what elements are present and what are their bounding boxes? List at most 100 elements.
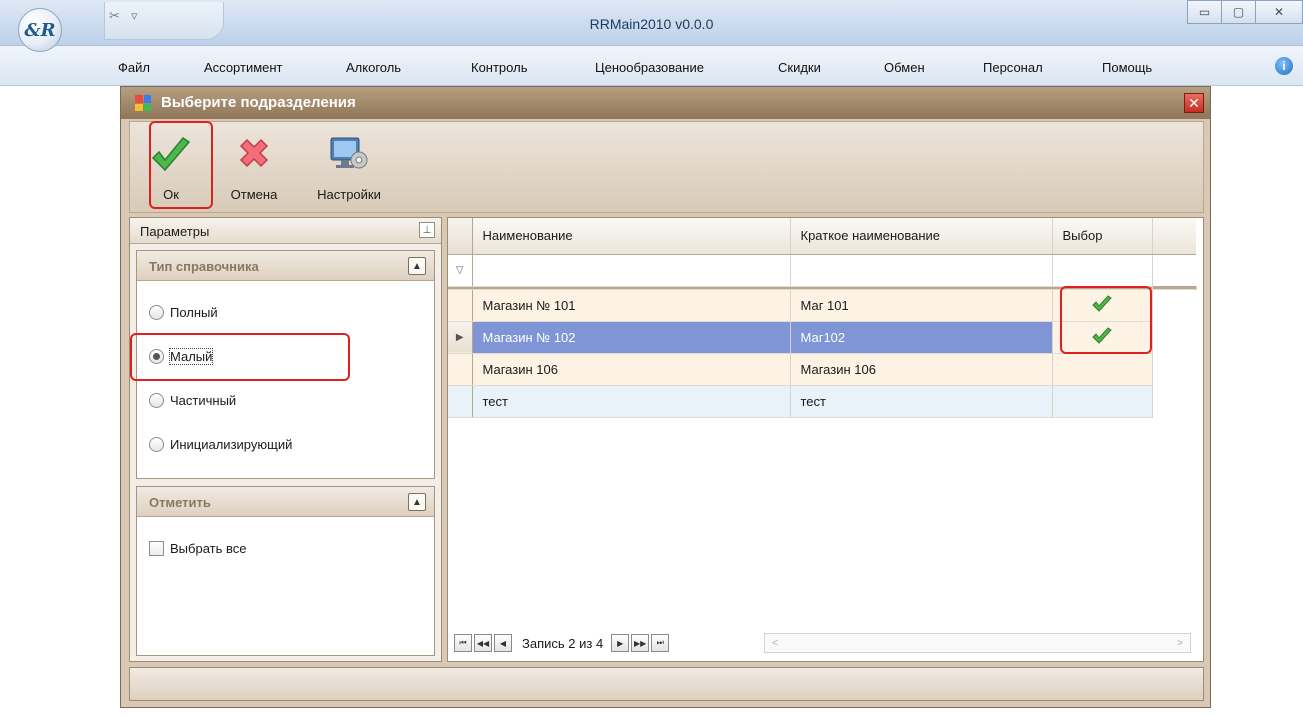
cell-name[interactable]: Магазин № 101 [472, 289, 791, 322]
maximize-button[interactable]: ▢ [1221, 0, 1256, 24]
collapse-up-icon[interactable]: ▲ [408, 493, 426, 511]
row-spacer [1152, 289, 1196, 321]
minimize-button[interactable]: ▭ [1187, 0, 1222, 24]
menu-control[interactable]: Контроль [471, 60, 527, 75]
col-header-name[interactable]: Наименование [472, 218, 791, 255]
menu-alcohol[interactable]: Алкоголь [346, 60, 401, 75]
cell-name[interactable]: Магазин № 102 [472, 321, 791, 354]
next-record-button[interactable]: ▶ [611, 634, 630, 652]
menu-pricing[interactable]: Ценообразование [595, 60, 704, 75]
record-counter: Запись 2 из 4 [522, 635, 604, 651]
menu-file[interactable]: Файл [118, 60, 150, 75]
parameters-title: Параметры [140, 224, 210, 239]
directory-type-header: Тип справочника ▲ [137, 251, 434, 281]
filter-cell-short[interactable] [790, 254, 1053, 287]
filter-row[interactable]: ▽ [448, 254, 1196, 287]
filter-icon[interactable]: ▽ [448, 254, 473, 287]
radio-circle[interactable] [149, 393, 164, 408]
scroll-right-icon[interactable]: > [1172, 635, 1188, 651]
status-bar [129, 667, 1204, 701]
row-indicator [448, 353, 473, 386]
title-bar: ✂ ▿ RRMain2010 v0.0.0 ▭ ▢ ✕ [0, 0, 1303, 46]
directory-type-title: Тип справочника [149, 259, 259, 274]
radio-partial-label: Частичный [170, 393, 237, 408]
menu-personnel[interactable]: Персонал [983, 60, 1043, 75]
left-margin [0, 86, 8, 715]
prev-page-button[interactable]: ◀◀ [474, 634, 492, 652]
grid-header-row: Наименование Краткое наименование Выбор [448, 218, 1196, 255]
pin-icon[interactable]: ⊥ [419, 222, 435, 238]
cell-choice[interactable] [1052, 385, 1153, 418]
row-spacer [1152, 385, 1196, 417]
current-row-marker: ▶ [448, 321, 473, 354]
col-header-choice[interactable]: Выбор [1052, 218, 1153, 255]
last-record-button[interactable]: ⏭ [651, 634, 670, 652]
choice-highlight [1060, 286, 1152, 354]
cell-name[interactable]: Магазин 106 [472, 353, 791, 386]
radio-circle[interactable] [149, 305, 164, 320]
radio-partial[interactable]: Частичный [149, 393, 236, 408]
select-departments-dialog: Выберите подразделения ✕ Ок Отмена Настр… [120, 86, 1211, 708]
row-spacer [1152, 321, 1196, 353]
row-indicator-header [448, 218, 473, 255]
row-indicator [448, 385, 473, 418]
row-spacer [1152, 353, 1196, 385]
radio-initializing-label: Инициализирующий [170, 437, 293, 452]
first-record-button[interactable]: ⏮ [454, 634, 472, 652]
select-all-checkbox[interactable]: Выбрать все [149, 541, 246, 556]
radio-initializing[interactable]: Инициализирующий [149, 437, 292, 452]
col-header-spacer [1152, 218, 1196, 255]
monitor-gear-icon [330, 137, 368, 169]
cell-short-name[interactable]: Маг 101 [790, 289, 1053, 322]
filter-cell-name[interactable] [472, 254, 791, 287]
parameters-panel: Параметры ⊥ Тип справочника ▲ Полный Мал… [129, 217, 442, 662]
cancel-button[interactable]: Отмена [220, 130, 288, 206]
prev-record-button[interactable]: ◀ [494, 634, 512, 652]
cell-short-name[interactable]: Магазин 106 [790, 353, 1053, 386]
mark-header: Отметить ▲ [137, 487, 434, 517]
menu-discounts[interactable]: Скидки [778, 60, 821, 75]
settings-label: Настройки [317, 187, 381, 202]
table-row[interactable]: тест тест [448, 385, 1196, 418]
cell-choice[interactable] [1052, 353, 1153, 386]
cell-short-name[interactable]: Маг102 [790, 321, 1053, 354]
horizontal-scrollbar[interactable]: < > [764, 633, 1191, 653]
radio-full-label: Полный [170, 305, 218, 320]
dialog-title-bar: Выберите подразделения ✕ [121, 87, 1210, 119]
cancel-label: Отмена [230, 187, 278, 202]
menu-exchange[interactable]: Обмен [884, 60, 925, 75]
menu-help[interactable]: Помощь [1102, 60, 1152, 75]
mark-group: Отметить ▲ Выбрать все [136, 486, 435, 656]
window-controls: ▭ ▢ ✕ [1187, 0, 1303, 24]
radio-circle[interactable] [149, 437, 164, 452]
ok-highlight [149, 121, 213, 209]
app-logo[interactable]: &R [18, 8, 62, 52]
info-icon[interactable]: i [1275, 57, 1293, 75]
parameters-header: Параметры ⊥ [130, 218, 441, 244]
cell-name[interactable]: тест [472, 385, 791, 418]
cell-short-name[interactable]: тест [790, 385, 1053, 418]
row-indicator [448, 289, 473, 322]
radio-full[interactable]: Полный [149, 305, 218, 320]
next-page-button[interactable]: ▶▶ [631, 634, 650, 652]
filter-cell-choice[interactable] [1052, 254, 1153, 287]
small-option-highlight [130, 333, 350, 381]
departments-grid: Наименование Краткое наименование Выбор … [447, 217, 1204, 662]
collapse-up-icon[interactable]: ▲ [408, 257, 426, 275]
settings-button[interactable]: Настройки [302, 130, 396, 206]
close-window-button[interactable]: ✕ [1255, 0, 1303, 24]
mark-title: Отметить [149, 495, 211, 510]
scroll-left-icon[interactable]: < [767, 635, 783, 651]
table-row[interactable]: Магазин 106 Магазин 106 [448, 353, 1196, 386]
dialog-title: Выберите подразделения [161, 94, 356, 111]
menu-bar: Файл Ассортимент Алкоголь Контроль Ценоо… [0, 46, 1303, 86]
col-header-short-name[interactable]: Краткое наименование [790, 218, 1053, 255]
select-all-label: Выбрать все [170, 541, 247, 556]
dialog-toolbar: Ок Отмена Настройки [129, 121, 1204, 213]
window-title: RRMain2010 v0.0.0 [589, 16, 714, 32]
checkbox-box[interactable] [149, 541, 164, 556]
filter-spacer [1152, 254, 1196, 286]
menu-assortment[interactable]: Ассортимент [204, 60, 283, 75]
dialog-close-button[interactable]: ✕ [1184, 93, 1204, 113]
cancel-x-icon [239, 138, 269, 168]
